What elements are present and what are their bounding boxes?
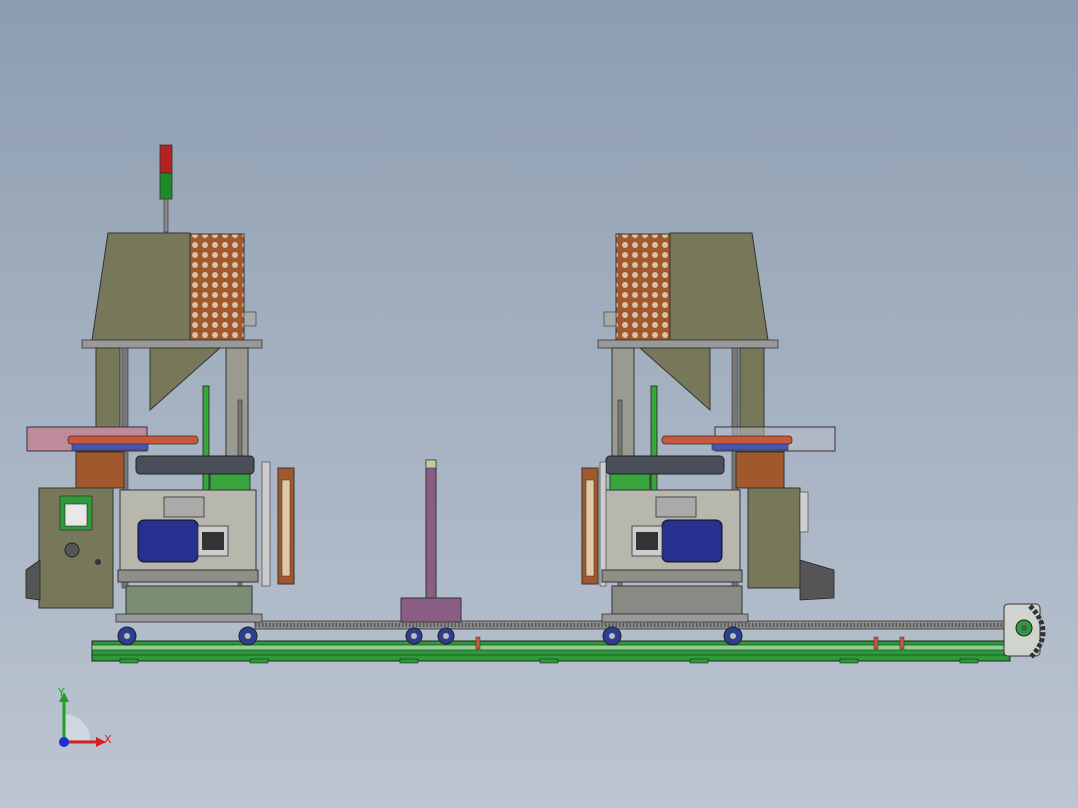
coordinate-triad[interactable]: Y X: [40, 680, 130, 760]
cad-viewport[interactable]: Y X: [0, 0, 1078, 808]
left-machine-head: [25, 144, 295, 646]
signal-tower: [159, 144, 173, 233]
center-support-post: [400, 459, 462, 645]
cable-chain: [1003, 603, 1046, 660]
base-rail: [91, 640, 1011, 664]
triad-axes-icon: [59, 692, 106, 747]
y-axis-label: Y: [58, 686, 65, 699]
assembly-drawing: [25, 144, 1046, 664]
x-axis-label: X: [104, 733, 112, 746]
right-machine-head: [581, 232, 836, 646]
